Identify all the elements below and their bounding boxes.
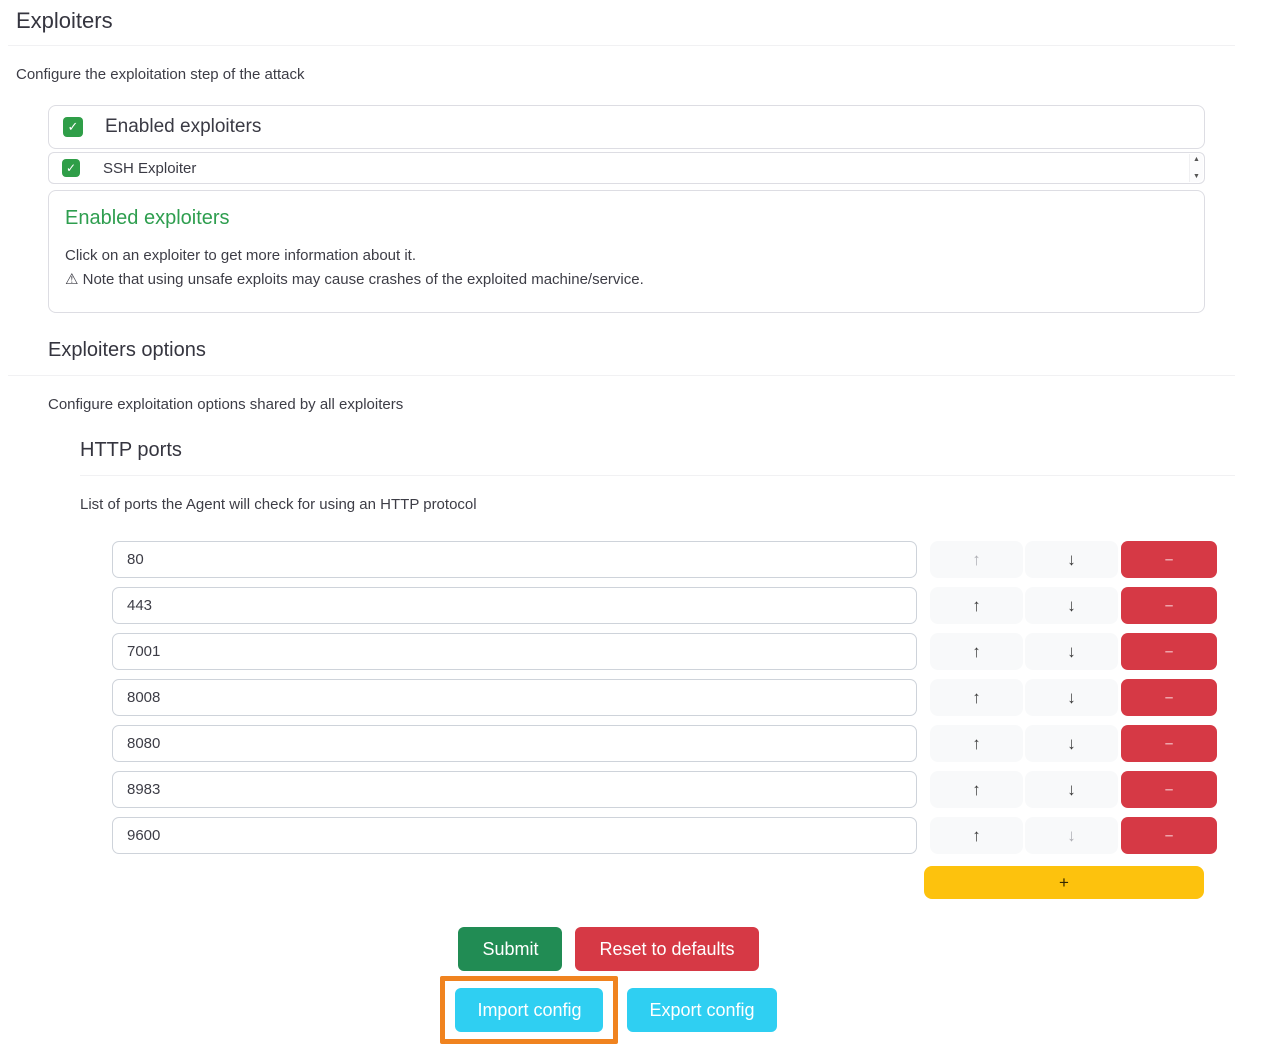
list-scrollbar[interactable]: ▲ ▼ xyxy=(1189,154,1203,182)
port-rows: ↑ ↓ – ↑ ↓ – ↑ ↓ – ↑ ↓ – ↑ ↓ – xyxy=(16,541,1259,854)
port-row: ↑ ↓ – xyxy=(112,587,1259,624)
exploiters-options-subtitle: Configure exploitation options shared by… xyxy=(48,396,1259,413)
move-up-button[interactable]: ↑ xyxy=(930,541,1023,578)
port-input[interactable] xyxy=(112,817,917,854)
checkbox-checked-icon[interactable]: ✓ xyxy=(62,159,80,177)
port-input[interactable] xyxy=(112,541,917,578)
move-down-button[interactable]: ↓ xyxy=(1025,725,1118,762)
page-title: Exploiters xyxy=(16,8,1259,34)
port-row: ↑ ↓ – xyxy=(112,679,1259,716)
exploiter-info-box: Enabled exploiters Click on an exploiter… xyxy=(48,190,1205,313)
port-row: ↑ ↓ – xyxy=(112,725,1259,762)
remove-port-button[interactable]: – xyxy=(1121,633,1217,670)
checkbox-checked-icon[interactable]: ✓ xyxy=(63,117,83,137)
move-up-button[interactable]: ↑ xyxy=(930,771,1023,808)
exploiters-config-page: Exploiters Configure the exploitation st… xyxy=(0,0,1275,1054)
move-up-button[interactable]: ↑ xyxy=(930,817,1023,854)
import-config-highlight: Import config xyxy=(440,976,618,1044)
move-down-button[interactable]: ↓ xyxy=(1025,541,1118,578)
move-up-button[interactable]: ↑ xyxy=(930,725,1023,762)
port-row: ↑ ↓ – xyxy=(112,633,1259,670)
port-row: ↑ ↓ – xyxy=(112,817,1259,854)
port-input[interactable] xyxy=(112,587,917,624)
move-up-button[interactable]: ↑ xyxy=(930,587,1023,624)
remove-port-button[interactable]: – xyxy=(1121,771,1217,808)
remove-port-button[interactable]: – xyxy=(1121,541,1217,578)
port-input[interactable] xyxy=(112,679,917,716)
enabled-exploiters-label: Enabled exploiters xyxy=(105,116,261,138)
page-subtitle: Configure the exploitation step of the a… xyxy=(16,66,1259,83)
submit-button[interactable]: Submit xyxy=(458,927,562,971)
move-down-button[interactable]: ↓ xyxy=(1025,817,1118,854)
move-down-button[interactable]: ↓ xyxy=(1025,587,1118,624)
info-line-1: Click on an exploiter to get more inform… xyxy=(65,244,1186,268)
remove-port-button[interactable]: – xyxy=(1121,679,1217,716)
port-row: ↑ ↓ – xyxy=(112,541,1259,578)
info-line-2: ⚠ Note that using unsafe exploits may ca… xyxy=(65,268,1186,292)
exploiters-options-title: Exploiters options xyxy=(48,339,1259,362)
move-down-button[interactable]: ↓ xyxy=(1025,771,1118,808)
remove-port-button[interactable]: – xyxy=(1121,817,1217,854)
scroll-up-icon[interactable]: ▲ xyxy=(1193,156,1200,163)
exploiter-list-item-ssh[interactable]: ✓ SSH Exploiter ▲ ▼ xyxy=(48,152,1205,184)
move-down-button[interactable]: ↓ xyxy=(1025,679,1118,716)
divider xyxy=(8,375,1235,376)
divider xyxy=(80,475,1235,476)
info-box-title: Enabled exploiters xyxy=(65,207,1186,230)
move-up-button[interactable]: ↑ xyxy=(930,679,1023,716)
port-input[interactable] xyxy=(112,633,917,670)
config-actions: Import config Export config xyxy=(16,976,1201,1044)
form-actions: Submit Reset to defaults xyxy=(16,927,1201,971)
port-input[interactable] xyxy=(112,771,917,808)
import-config-button[interactable]: Import config xyxy=(455,988,603,1032)
http-ports-title: HTTP ports xyxy=(80,439,1259,462)
info-warning-text: Note that using unsafe exploits may caus… xyxy=(83,271,644,288)
http-ports-description: List of ports the Agent will check for u… xyxy=(80,496,1259,513)
add-port-button[interactable]: + xyxy=(924,866,1204,899)
scroll-down-icon[interactable]: ▼ xyxy=(1193,173,1200,180)
port-row: ↑ ↓ – xyxy=(112,771,1259,808)
exploiter-item-label: SSH Exploiter xyxy=(103,160,196,177)
enabled-exploiters-header[interactable]: ✓ Enabled exploiters xyxy=(48,105,1205,149)
reset-to-defaults-button[interactable]: Reset to defaults xyxy=(575,927,758,971)
divider xyxy=(8,45,1235,46)
port-input[interactable] xyxy=(112,725,917,762)
remove-port-button[interactable]: – xyxy=(1121,587,1217,624)
move-down-button[interactable]: ↓ xyxy=(1025,633,1118,670)
warning-icon: ⚠ xyxy=(65,271,78,288)
export-config-button[interactable]: Export config xyxy=(627,988,776,1032)
move-up-button[interactable]: ↑ xyxy=(930,633,1023,670)
remove-port-button[interactable]: – xyxy=(1121,725,1217,762)
